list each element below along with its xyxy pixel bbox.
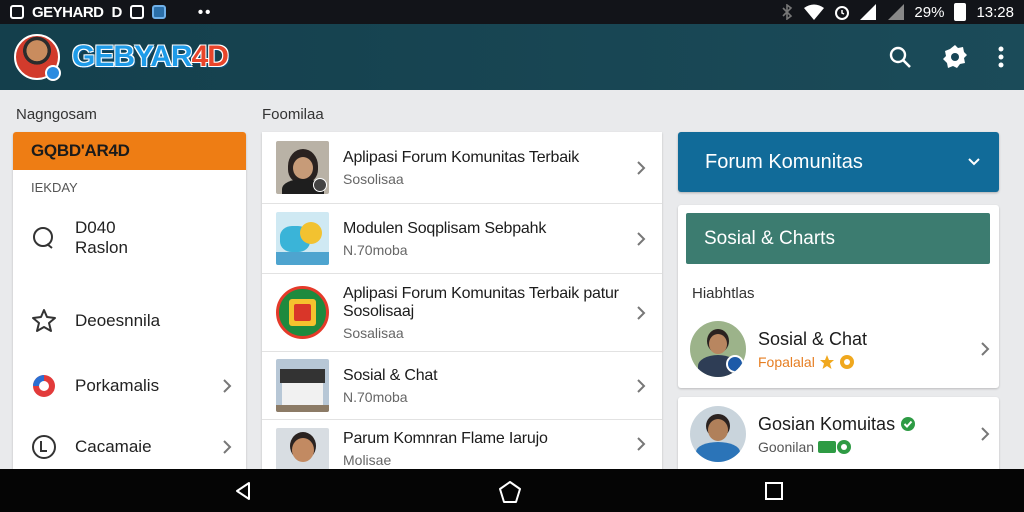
list-item-title: Sosial & Chat	[343, 366, 438, 384]
chevron-right-icon	[981, 427, 990, 441]
list-item-title: Aplipasi Forum Komunitas Terbaik	[343, 148, 580, 166]
list-item-title: Parum Komnran Flame Iarujo	[343, 430, 548, 447]
drawer-item-label: Deoesnnila	[75, 311, 161, 330]
list-item-subtitle: N.70moba	[343, 241, 408, 258]
category-chip[interactable]: Sosial & Charts	[686, 213, 990, 264]
forum-dropdown[interactable]: Forum Komunitas	[678, 132, 999, 192]
chat-bubble-icon	[31, 225, 57, 251]
drawer-item-label: Porkamalis	[75, 376, 160, 395]
chevron-right-icon	[637, 305, 646, 320]
alarm-icon	[835, 6, 850, 20]
notification-icon	[10, 5, 24, 19]
person-item[interactable]: Sosial & Chat Fopalalal	[690, 321, 990, 377]
chevron-right-icon	[637, 437, 646, 451]
drawer-item-label: D040	[75, 218, 116, 237]
community-card: Gosian Komuitas Goonilan	[678, 397, 999, 472]
list-item-title: Modulen Soqplisam Sebpahk	[343, 219, 547, 237]
status-letter: D	[111, 3, 123, 21]
person-item[interactable]: Gosian Komuitas Goonilan	[690, 406, 990, 462]
battery-icon	[954, 3, 967, 21]
verified-badge-icon	[45, 65, 61, 81]
person-avatar	[690, 406, 746, 462]
middle-section-label: Foomilaa	[262, 106, 324, 123]
more-vert-icon[interactable]	[998, 46, 1004, 68]
list-item-subtitle: N.70moba	[343, 388, 408, 405]
verified-check-icon	[901, 416, 916, 431]
profile-avatar[interactable]	[14, 34, 61, 81]
status-app-name: GEYHARD	[32, 3, 104, 21]
list-item-subtitle: Molisae	[343, 452, 392, 468]
list-item[interactable]: Parum Komnran Flame Iarujo Molisae	[262, 420, 662, 481]
list-item-subtitle: Sosolisaa	[343, 170, 404, 187]
badge-icon	[818, 439, 852, 454]
drawer-item-label-line2: Raslon	[75, 238, 128, 257]
list-item[interactable]: Sosial & Chat N.70moba	[262, 352, 662, 420]
person-meta: Goonilan	[758, 438, 815, 455]
drawer-subheader: IEKDAY	[31, 180, 78, 195]
card-caption: Hiabhtlas	[692, 285, 755, 302]
drawer-header[interactable]: GQBD'AR4D	[13, 132, 246, 170]
chevron-right-icon	[637, 231, 646, 246]
thumbnail-image	[276, 212, 329, 265]
bluetooth-icon	[782, 4, 793, 20]
forum-list: Aplipasi Forum Komunitas Terbaik Sosolis…	[262, 132, 662, 481]
chevron-right-icon	[637, 378, 646, 393]
chevron-down-icon	[968, 158, 980, 166]
list-item-title: Aplipasi Forum Komunitas Terbaik patur So…	[343, 284, 619, 320]
navigation-drawer: GQBD'AR4D IEKDAY D040 Raslon Deoesnnila P…	[13, 132, 246, 472]
app-notification-icon	[151, 5, 166, 19]
drawer-item-cacamaie[interactable]: Cacamaie	[13, 434, 246, 460]
status-time: 13:28	[976, 3, 1014, 21]
chevron-right-icon	[223, 440, 232, 454]
drawer-item-raslon[interactable]: D040 Raslon	[13, 218, 246, 258]
notification-square-icon	[129, 5, 144, 19]
drawer-item-porkamalis[interactable]: Porkamalis	[13, 373, 246, 399]
social-card: Sosial & Charts Hiabhtlas Sosial & Chat …	[678, 205, 999, 388]
drawer-item-label: Cacamaie	[75, 437, 152, 456]
coin-icon	[839, 354, 854, 369]
drawer-item-deoesnnila[interactable]: Deoesnnila	[13, 308, 246, 334]
person-name: Sosial & Chat	[758, 328, 868, 349]
battery-percent: 29%	[914, 3, 945, 21]
wifi-icon	[804, 4, 825, 20]
system-navigation-bar	[0, 469, 1024, 512]
home-icon[interactable]	[498, 481, 522, 503]
puzzle-icon	[31, 308, 57, 334]
pie-icon	[31, 373, 57, 399]
left-section-label: Nagngosam	[16, 106, 97, 123]
list-item[interactable]: Modulen Soqplisam Sebpahk N.70moba	[262, 204, 662, 274]
app-bar: GEBYAR4D	[0, 24, 1024, 90]
forum-dropdown-label: Forum Komunitas	[705, 150, 863, 173]
chevron-right-icon	[981, 342, 990, 356]
more-notifications-dots: ••	[197, 3, 213, 21]
chevron-right-icon	[637, 160, 646, 175]
list-item[interactable]: Aplipasi Forum Komunitas Terbaik Sosolis…	[262, 132, 662, 204]
thumbnail-image	[276, 141, 329, 194]
chevron-right-icon	[223, 379, 232, 393]
thumbnail-image	[276, 359, 329, 412]
person-meta: Fopalalal	[758, 353, 815, 370]
person-avatar	[690, 321, 746, 377]
app-logo-icon	[276, 286, 329, 339]
search-icon[interactable]	[888, 45, 912, 69]
list-item[interactable]: Aplipasi Forum Komunitas Terbaik patur So…	[262, 274, 662, 352]
list-item-subtitle: Sosalisaa	[343, 324, 404, 341]
status-bar: GEYHARD D •• 29% 13:28	[0, 0, 1024, 24]
settings-icon[interactable]	[942, 44, 968, 70]
app-logo: GEBYAR4D	[72, 40, 229, 73]
signal-icon	[860, 4, 877, 20]
recents-icon[interactable]	[764, 481, 784, 501]
person-name: Gosian Komuitas	[758, 413, 896, 434]
signal-secondary-icon	[888, 4, 905, 20]
star-icon	[819, 354, 834, 369]
timer-icon	[31, 434, 57, 460]
back-icon[interactable]	[233, 481, 253, 501]
